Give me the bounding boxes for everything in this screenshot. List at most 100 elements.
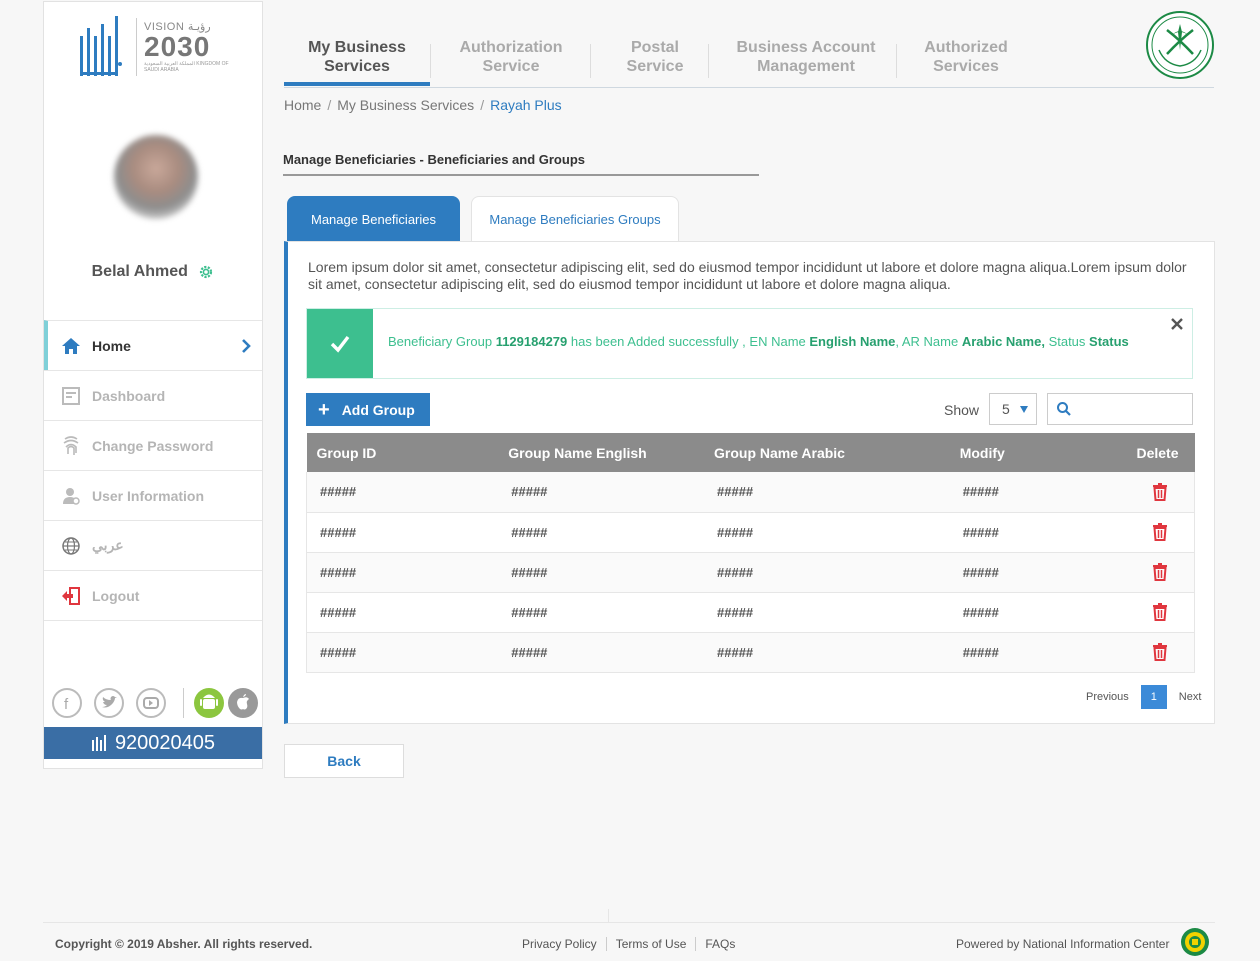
back-button[interactable]: Back — [284, 744, 404, 778]
breadcrumb-section[interactable]: My Business Services — [337, 97, 474, 113]
trash-icon[interactable] — [1152, 563, 1168, 581]
table-row: ##### ##### ##### ##### — [306, 632, 1195, 673]
side-menu: Home Dashboard Change Password User Info… — [44, 320, 262, 621]
social-divider — [183, 688, 184, 718]
search-icon — [1057, 402, 1071, 416]
active-tab-indicator — [284, 82, 430, 86]
sidebar-item-home[interactable]: Home — [44, 320, 262, 370]
home-icon — [62, 338, 80, 354]
cell-modify[interactable]: ##### — [949, 632, 1100, 673]
column-header-group-id[interactable]: Group ID — [307, 433, 499, 472]
tab-manage-beneficiaries[interactable]: Manage Beneficiaries — [287, 196, 460, 242]
sidebar-item-language[interactable]: عربي — [44, 520, 262, 570]
sidebar: VISION رؤيـة 2030 المملكة العربية السعود… — [43, 1, 263, 769]
apple-icon[interactable] — [228, 688, 258, 718]
nav-separator — [896, 44, 897, 78]
android-icon[interactable] — [194, 688, 224, 718]
logo-divider — [136, 18, 137, 76]
add-group-button[interactable]: + Add Group — [306, 393, 430, 426]
pagination-previous[interactable]: Previous — [1086, 691, 1129, 703]
nav-label-line1: My Business — [308, 39, 406, 56]
vision-year: 2030 — [144, 31, 211, 62]
breadcrumb-home[interactable]: Home — [284, 97, 321, 113]
success-alert: Beneficiary Group 1129184279 has been Ad… — [306, 308, 1193, 379]
logout-icon — [62, 587, 80, 605]
sidebar-item-change-password[interactable]: Change Password — [44, 420, 262, 470]
tab-authorization-service[interactable]: Authorization Service — [444, 38, 578, 76]
chevron-right-icon — [242, 339, 251, 353]
column-header-group-name-english[interactable]: Group Name English — [498, 433, 704, 472]
cell-group-name-english: ##### — [498, 592, 705, 633]
table-row: ##### ##### ##### ##### — [306, 472, 1195, 513]
nav-label-line2: Services — [324, 58, 390, 75]
cell-group-name-arabic: ##### — [704, 512, 950, 553]
tab-my-business-services[interactable]: My Business Services — [294, 38, 420, 76]
nav-label-line1: Authorization — [459, 39, 563, 56]
close-icon[interactable] — [1170, 317, 1184, 331]
nav-label-line2: Services — [933, 58, 999, 75]
trash-icon[interactable] — [1152, 482, 1168, 501]
phone-bar[interactable]: 920020405 — [44, 727, 262, 759]
trash-icon[interactable] — [1152, 603, 1168, 621]
sidebar-item-dashboard[interactable]: Dashboard — [44, 370, 262, 420]
user-icon — [63, 488, 80, 505]
gear-icon[interactable] — [198, 264, 214, 280]
cell-modify[interactable]: ##### — [949, 472, 1100, 513]
column-header-modify: Modify — [959, 444, 1005, 461]
footer-link-terms[interactable]: Terms of Use — [607, 937, 697, 951]
footer-link-faqs[interactable]: FAQs — [696, 937, 744, 951]
twitter-icon[interactable] — [94, 688, 124, 718]
caret-down-icon — [1020, 406, 1028, 413]
tab-business-account-management[interactable]: Business Account Management — [722, 38, 890, 76]
cell-group-id: ##### — [306, 472, 499, 513]
alert-ar-label: , AR Name — [895, 334, 959, 349]
sidebar-item-label: عربي — [92, 537, 124, 553]
column-header-group-name-arabic[interactable]: Group Name Arabic — [704, 433, 950, 472]
trash-icon[interactable] — [1152, 643, 1168, 661]
copyright: Copyright © 2019 Absher. All rights rese… — [55, 937, 313, 951]
youtube-icon[interactable] — [136, 688, 166, 718]
absher-logo[interactable] — [78, 14, 124, 80]
search-input[interactable] — [1047, 393, 1193, 425]
pagination-page-1[interactable]: 1 — [1140, 685, 1167, 709]
social-links: f — [50, 688, 260, 722]
page-size-select[interactable]: 5 — [989, 393, 1037, 425]
alert-en-name: English Name — [809, 334, 896, 349]
cell-group-name-english: ##### — [498, 472, 705, 513]
column-header-delete: Delete — [1136, 444, 1179, 461]
cell-modify[interactable]: ##### — [949, 592, 1100, 633]
table-row: ##### ##### ##### ##### — [306, 592, 1195, 633]
alert-status-label: Status — [1048, 334, 1086, 349]
tab-manage-beneficiaries-groups[interactable]: Manage Beneficiaries Groups — [471, 196, 679, 242]
cell-group-name-english: ##### — [498, 632, 705, 673]
nav-label-line1: Authorized — [924, 39, 1008, 56]
cell-group-id: ##### — [306, 512, 499, 553]
nav-label-line1: Postal — [630, 39, 679, 56]
trash-icon[interactable] — [1152, 523, 1168, 541]
alert-message: Beneficiary Group 1129184279 has been Ad… — [388, 334, 1129, 349]
cell-group-name-english: ##### — [498, 552, 705, 593]
breadcrumb-current: Rayah Plus — [490, 97, 562, 113]
footer: Copyright © 2019 Absher. All rights rese… — [43, 909, 1215, 961]
table-header-row: Group ID Group Name English Group Name A… — [306, 433, 1195, 472]
facebook-icon[interactable]: f — [52, 688, 82, 718]
cell-modify[interactable]: ##### — [949, 552, 1100, 593]
phone-number: 920020405 — [114, 731, 216, 754]
cell-group-id: ##### — [306, 632, 499, 673]
nav-label-line1: Business Account — [736, 39, 876, 56]
cell-delete — [1099, 472, 1195, 513]
breadcrumb-separator: / — [327, 97, 332, 113]
pagination-next[interactable]: Next — [1179, 691, 1202, 703]
alert-check-box — [307, 309, 373, 378]
cell-modify[interactable]: ##### — [949, 512, 1100, 553]
tab-postal-service[interactable]: Postal Service — [602, 38, 708, 76]
fingerprint-icon — [63, 436, 79, 455]
add-group-label: Add Group — [341, 401, 415, 418]
sidebar-item-logout[interactable]: Logout — [44, 570, 262, 620]
logo-row: VISION رؤيـة 2030 المملكة العربية السعود… — [44, 2, 262, 90]
avatar — [114, 135, 198, 219]
footer-link-privacy[interactable]: Privacy Policy — [522, 937, 607, 951]
nav-label-line2: Service — [626, 58, 684, 75]
tab-authorized-services[interactable]: Authorized Services — [910, 38, 1022, 76]
sidebar-item-user-information[interactable]: User Information — [44, 470, 262, 520]
